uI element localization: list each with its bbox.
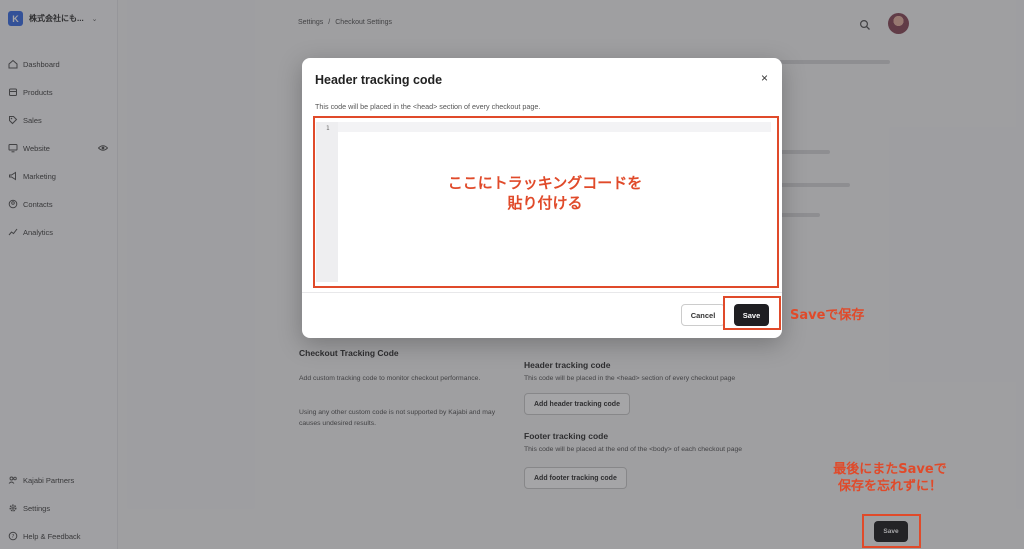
save-highlight-box [723, 296, 781, 330]
save-annotation: Saveで保存 [790, 308, 865, 323]
cancel-button[interactable]: Cancel [681, 304, 725, 326]
close-icon[interactable]: × [761, 72, 768, 84]
final-annotation-line2: 保存を忘れずに！ [837, 478, 942, 494]
modal-divider [302, 292, 782, 293]
editor-annotation-line1: ここにトラッキングコードを [447, 174, 643, 192]
page-save-highlight-box [862, 514, 921, 548]
modal-title: Header tracking code [315, 73, 443, 87]
final-annotation-line1: 最後にまたSaveで [833, 462, 947, 477]
editor-annotation: ここにトラッキングコードを 貼り付ける [400, 174, 690, 213]
modal-description: This code will be placed in the <head> s… [315, 102, 541, 111]
editor-annotation-line2: 貼り付ける [507, 193, 583, 212]
final-save-annotation: 最後にまたSaveで 保存を忘れずに！ [800, 462, 980, 496]
